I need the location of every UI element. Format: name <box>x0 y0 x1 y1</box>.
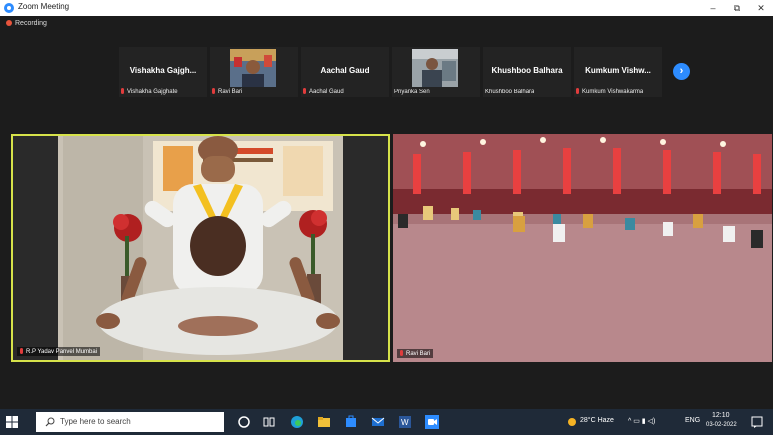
store-icon[interactable] <box>344 415 358 429</box>
clock-time[interactable]: 12:10 <box>712 412 730 419</box>
participant-name-text: Ravi Bari <box>406 351 431 357</box>
window-title: Zoom Meeting <box>18 2 70 11</box>
title-bar: Zoom Meeting – ⧉ ✕ <box>0 0 773 16</box>
weather-icon <box>568 418 576 426</box>
participant-label: Ravi Bari <box>212 88 242 95</box>
participant-video-thumbnail <box>230 49 276 87</box>
zoom-app-icon <box>4 3 14 13</box>
participant-label-text: Khushboo Balhara <box>485 89 535 95</box>
participant-tile[interactable]: Khushboo Balhara Khushboo Balhara <box>483 47 571 97</box>
language-indicator[interactable]: ENG <box>685 417 700 424</box>
recording-dot-icon <box>6 20 12 26</box>
muted-mic-icon <box>400 350 403 356</box>
next-page-button[interactable]: › <box>673 63 690 80</box>
participant-tile[interactable]: Vishakha Gajgh... Vishakha Gajghate <box>119 47 207 97</box>
search-placeholder: Type here to search <box>60 417 131 426</box>
weather-text[interactable]: 28°C Haze <box>580 417 614 424</box>
task-view-icon[interactable] <box>262 415 276 429</box>
participant-display-name: Kumkum Vishw... <box>585 66 651 75</box>
close-button[interactable]: ✕ <box>749 0 773 16</box>
participant-label: Priyanka Sen <box>394 89 430 95</box>
speaker-name-text: R.P Yadav Panvel Mumbai <box>26 349 98 355</box>
taskbar-search-box[interactable]: Type here to search <box>36 412 224 432</box>
zoom-taskbar-icon[interactable] <box>425 415 439 429</box>
recording-indicator[interactable]: Recording <box>6 20 47 27</box>
participant-label-text: Kumkum Vishwakarma <box>582 89 644 95</box>
participant-label: Aachal Gaud <box>303 88 344 95</box>
participant-display-name: Vishakha Gajgh... <box>129 66 197 75</box>
hall-video-frame <box>393 134 772 362</box>
system-tray-icons[interactable]: ^ ▭ ▮ ◁) <box>628 417 655 425</box>
minimize-button[interactable]: – <box>701 0 725 16</box>
participant-name-label: Ravi Bari <box>397 349 434 358</box>
muted-mic-icon <box>212 88 215 94</box>
participant-label: Kumkum Vishwakarma <box>576 88 643 95</box>
participant-label-text: Vishakha Gajghate <box>127 89 178 95</box>
participant-tile[interactable]: Priyanka Sen <box>392 47 480 97</box>
notification-icon[interactable] <box>750 415 764 429</box>
windows-start-icon[interactable] <box>6 416 18 428</box>
participant-video[interactable]: Ravi Bari <box>393 134 772 362</box>
participant-label: Vishakha Gajghate <box>121 88 178 95</box>
muted-mic-icon <box>20 348 23 354</box>
participant-label: Khushboo Balhara <box>485 89 534 95</box>
participant-tile[interactable]: Ravi Bari <box>210 47 298 97</box>
svg-text:W: W <box>401 418 409 427</box>
clock-date[interactable]: 03-02-2022 <box>706 422 737 428</box>
word-icon[interactable]: W <box>398 415 412 429</box>
muted-mic-icon <box>303 88 306 94</box>
participant-display-name: Khushboo Balhara <box>491 66 563 75</box>
muted-mic-icon <box>121 88 124 94</box>
active-speaker-video[interactable]: R.P Yadav Panvel Mumbai <box>11 134 390 362</box>
participant-tile[interactable]: Aachal Gaud Aachal Gaud <box>301 47 389 97</box>
mail-icon[interactable] <box>371 415 385 429</box>
participant-display-name: Aachal Gaud <box>320 66 370 75</box>
taskbar: Type here to search W 28°C Haze ^ ▭ ▮ ◁)… <box>0 409 773 435</box>
maximize-button[interactable]: ⧉ <box>725 0 749 16</box>
participant-label-text: Priyanka Sen <box>394 89 430 95</box>
meeting-area: Recording Vishakha Gajgh... Vishakha Gaj… <box>0 16 773 409</box>
edge-browser-icon[interactable] <box>290 415 304 429</box>
participant-label-text: Ravi Bari <box>218 89 243 95</box>
participant-tile[interactable]: Kumkum Vishw... Kumkum Vishwakarma <box>574 47 662 97</box>
recording-label: Recording <box>15 20 47 27</box>
participant-video-thumbnail <box>412 49 458 87</box>
speaker-video-frame <box>13 136 388 360</box>
muted-mic-icon <box>576 88 579 94</box>
speaker-name-label: R.P Yadav Panvel Mumbai <box>17 347 101 356</box>
file-explorer-icon[interactable] <box>317 415 331 429</box>
participant-label-text: Aachal Gaud <box>309 89 344 95</box>
search-icon <box>45 417 55 427</box>
cortana-icon[interactable] <box>237 415 251 429</box>
